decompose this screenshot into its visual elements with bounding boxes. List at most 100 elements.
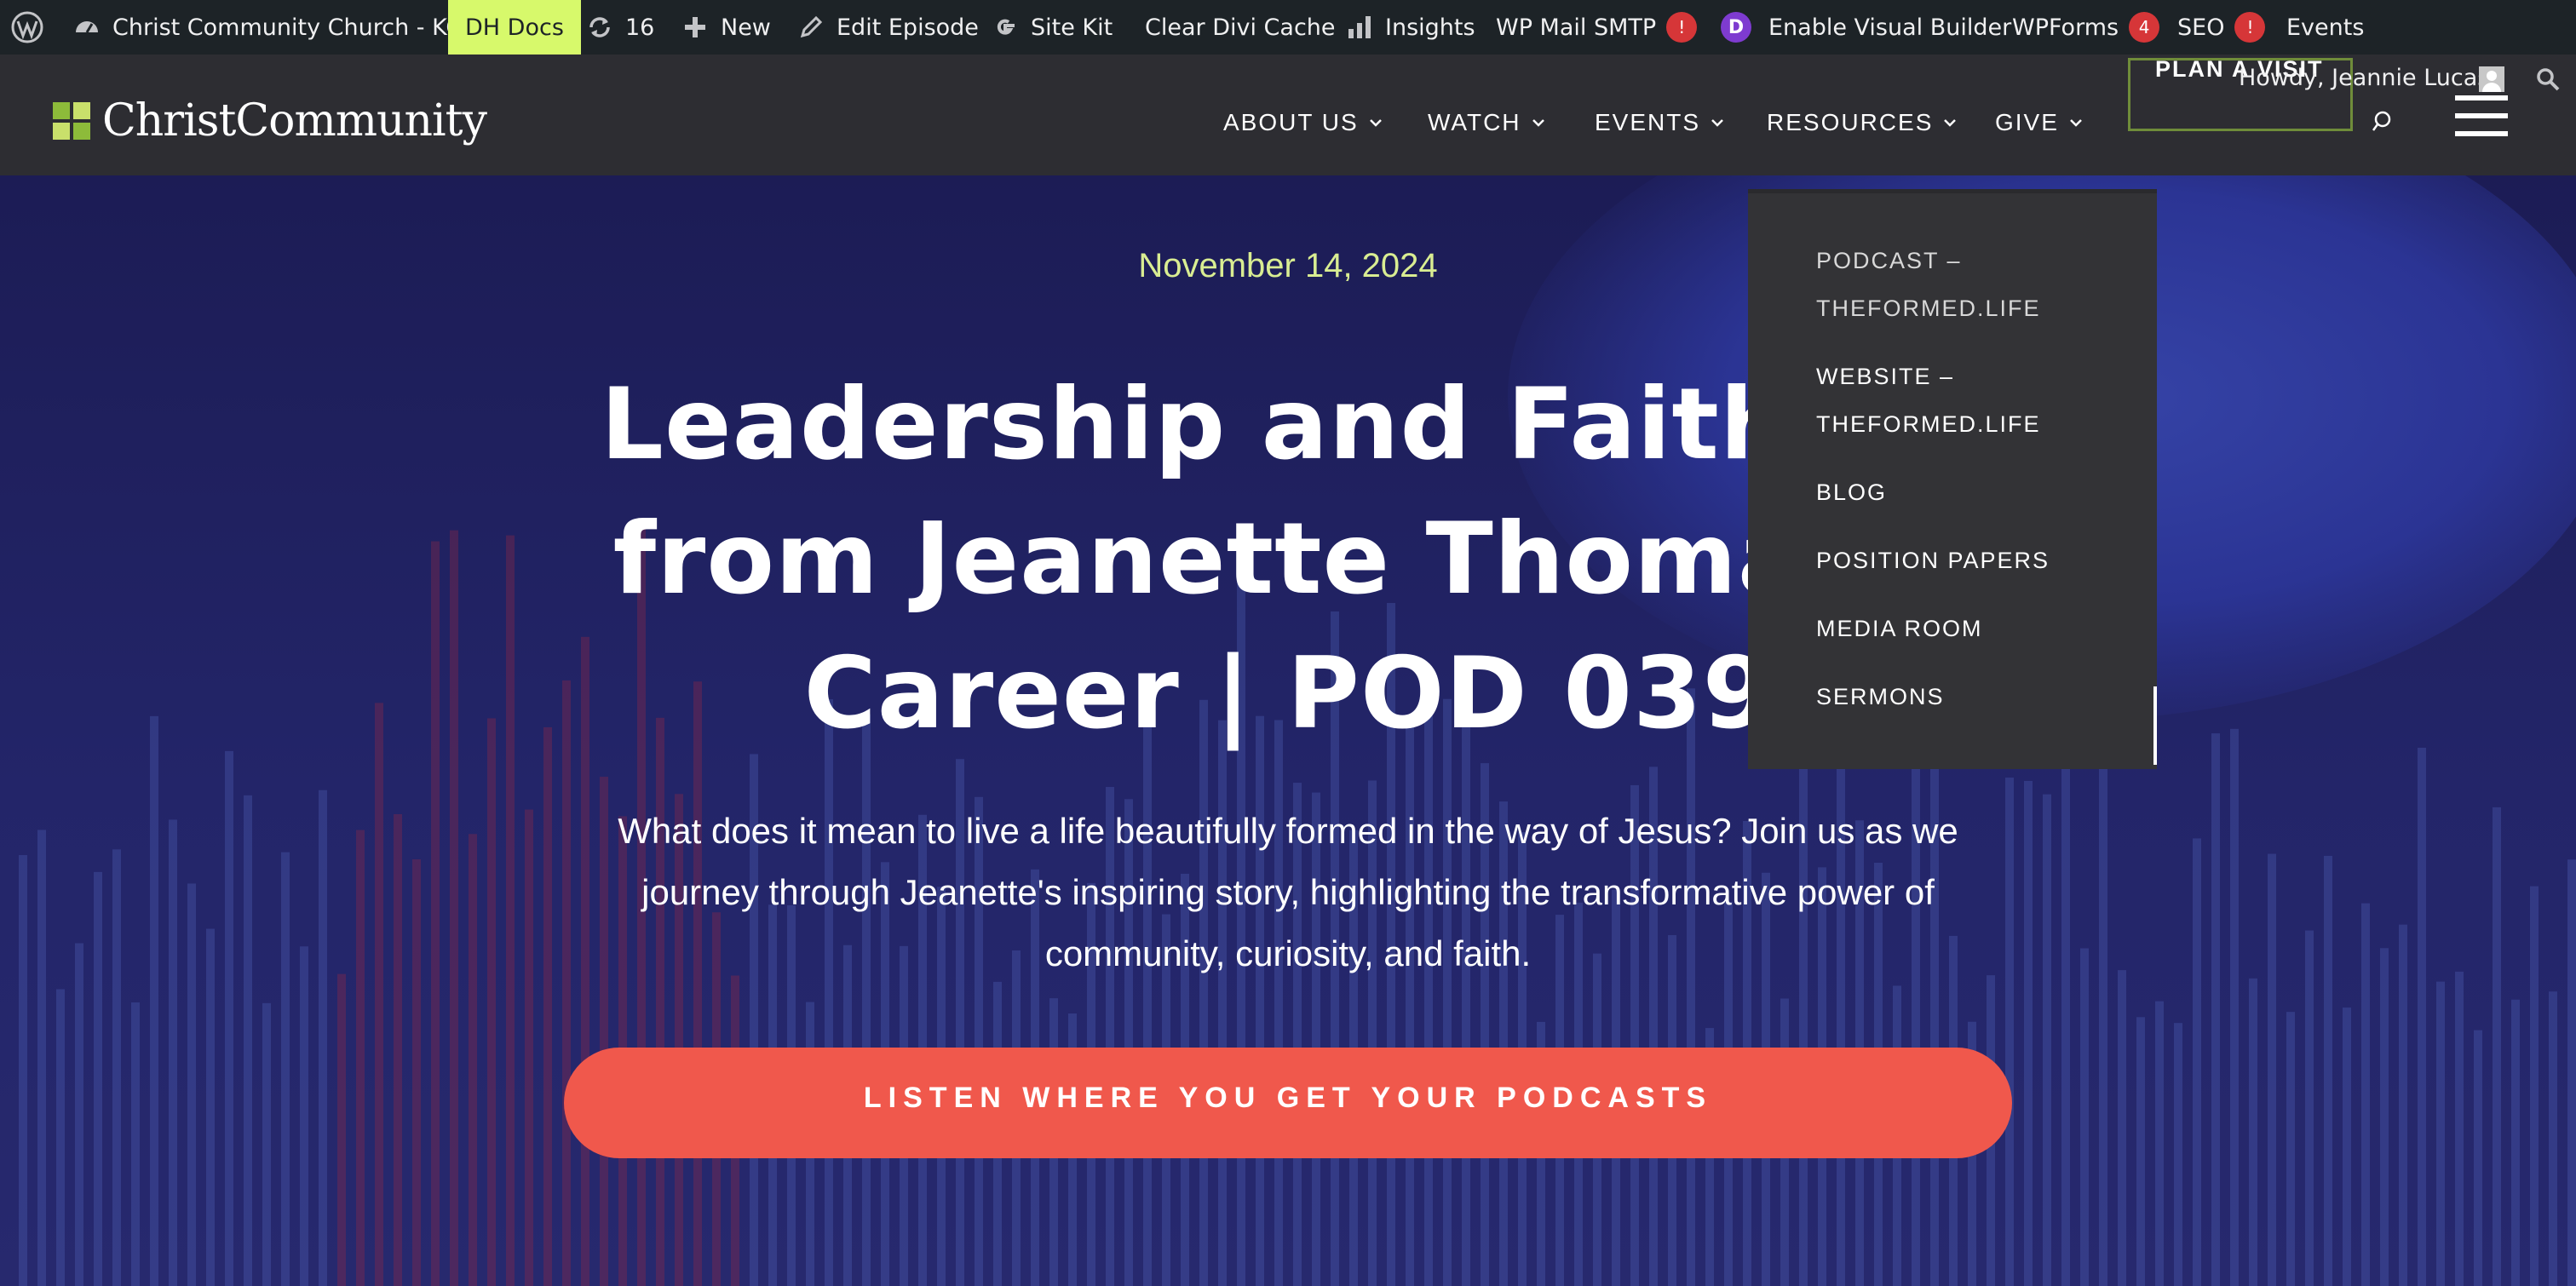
waveform-bar xyxy=(1930,709,1939,1286)
waveform-bar xyxy=(56,989,65,1286)
seo-alert-badge: ! xyxy=(2234,12,2266,43)
waveform-bar xyxy=(2174,1023,2182,1286)
enable-visual-builder-button[interactable]: D Enable Visual Builder xyxy=(1721,0,2011,55)
waveform-bar xyxy=(525,809,533,1286)
site-logo[interactable]: ChristCommunity xyxy=(53,95,487,146)
nav-give[interactable]: GIVE xyxy=(1995,104,2083,141)
waveform-bar xyxy=(2005,778,2014,1286)
insights-button[interactable]: Insights xyxy=(1346,0,1475,55)
wp-mail-smtp-label: WP Mail SMTP xyxy=(1496,14,1657,41)
events-admin-button[interactable]: Events xyxy=(2286,0,2364,55)
dashboard-icon xyxy=(76,21,98,33)
wp-mail-smtp-button[interactable]: WP Mail SMTP ! xyxy=(1496,0,1698,55)
edit-episode-button[interactable]: Edit Episode xyxy=(797,0,979,55)
hamburger-menu-icon[interactable] xyxy=(2455,92,2508,140)
updates-button[interactable]: 16 xyxy=(586,0,654,55)
waveform-bar xyxy=(300,946,308,1286)
waveform-bar xyxy=(487,718,496,1286)
waveform-bar xyxy=(319,789,327,1286)
menu-item-media-room[interactable]: MEDIA ROOM xyxy=(1816,605,2123,652)
nav-watch-label: WATCH xyxy=(1428,109,1521,135)
waveform-bar xyxy=(2193,838,2201,1286)
waveform-bar xyxy=(2493,807,2501,1286)
cross-logo-icon xyxy=(53,102,90,140)
divi-logo-icon: D xyxy=(1721,12,1751,43)
waveform-bar xyxy=(19,855,27,1286)
wpforms-button[interactable]: WPForms 4 xyxy=(2012,0,2160,55)
new-label: New xyxy=(721,14,771,41)
nav-about-us-label: ABOUT US xyxy=(1223,109,1359,135)
waveform-bar xyxy=(2118,970,2126,1286)
seo-button[interactable]: SEO ! xyxy=(2177,0,2266,55)
waveform-bar xyxy=(94,871,102,1286)
episode-date: November 14, 2024 xyxy=(1138,247,1438,284)
waveform-bar xyxy=(131,1002,140,1286)
search-icon[interactable] xyxy=(2372,109,2397,135)
clear-divi-cache-button[interactable]: Clear Divi Cache xyxy=(1145,0,1336,55)
waveform-bar xyxy=(206,928,215,1286)
waveform-bar xyxy=(1443,698,1452,1286)
menu-item-blog[interactable]: BLOG xyxy=(1816,468,2123,516)
edit-episode-label: Edit Episode xyxy=(837,14,979,41)
howdy-user-menu[interactable]: Howdy, Jeannie Lucas xyxy=(2239,65,2489,91)
updates-count: 16 xyxy=(625,14,655,41)
nav-resources-label: RESOURCES xyxy=(1767,109,1934,135)
bar-chart-icon xyxy=(1348,16,1371,38)
waveform-bar xyxy=(1424,684,1433,1286)
menu-item-position-papers[interactable]: POSITION PAPERS xyxy=(1816,537,2123,584)
menu-item-sermons[interactable]: SERMONS xyxy=(1816,673,2123,721)
nav-events[interactable]: EVENTS xyxy=(1595,104,1724,141)
chevron-down-icon xyxy=(1944,119,1957,127)
waveform-bar xyxy=(1199,699,1208,1286)
waveform-bar xyxy=(2136,1017,2145,1286)
waveform-bar xyxy=(112,849,121,1286)
listen-podcasts-label: LISTEN WHERE YOU GET YOUR PODCASTS xyxy=(863,1082,1713,1114)
waveform-bar xyxy=(2230,728,2239,1286)
waveform-bar xyxy=(2530,886,2539,1286)
waveform-bar xyxy=(543,726,552,1286)
new-content-button[interactable]: New xyxy=(681,0,771,55)
refresh-icon xyxy=(589,17,610,37)
waveform-bar xyxy=(356,830,365,1286)
nav-resources[interactable]: RESOURCES xyxy=(1767,104,1957,141)
nav-give-label: GIVE xyxy=(1995,109,2059,135)
waveform-bar xyxy=(2361,903,2370,1286)
waveform-bar xyxy=(2399,924,2407,1286)
google-g-icon xyxy=(997,19,1015,35)
site-kit-button[interactable]: Site Kit xyxy=(992,0,1113,55)
waveform-bar xyxy=(37,830,46,1286)
nav-about-us[interactable]: ABOUT US xyxy=(1223,104,1383,141)
admin-bar-site-name[interactable]: Christ Community Church - KC xyxy=(73,0,462,55)
waveform-bar xyxy=(2155,1001,2164,1286)
waveform-bar xyxy=(150,715,158,1286)
waveform-bar xyxy=(2211,733,2220,1286)
avatar[interactable] xyxy=(2479,66,2504,92)
enable-visual-builder-label: Enable Visual Builder xyxy=(1768,14,2012,41)
menu-item-website[interactable]: WEBSITE – THEFORMED.LIFE xyxy=(1816,353,2123,448)
nav-watch[interactable]: WATCH xyxy=(1428,104,1545,141)
waveform-bar xyxy=(281,852,290,1286)
waveform-bar xyxy=(2305,930,2314,1286)
waveform-bar xyxy=(187,883,196,1286)
insights-label: Insights xyxy=(1385,14,1475,41)
waveform-bar xyxy=(2436,981,2445,1286)
dh-docs-button[interactable]: DH Docs xyxy=(448,0,581,55)
waveform-bar xyxy=(337,973,346,1286)
chevron-down-icon xyxy=(1369,119,1382,127)
wpforms-count-badge: 4 xyxy=(2129,12,2160,43)
wordpress-logo-icon[interactable] xyxy=(10,0,44,55)
site-name-label: Christ Community Church - KC xyxy=(112,14,463,41)
waveform-bar xyxy=(169,819,177,1286)
clear-divi-cache-label: Clear Divi Cache xyxy=(1145,14,1336,41)
waveform-bar xyxy=(2324,855,2332,1286)
waveform-bar xyxy=(244,795,252,1286)
admin-search-icon[interactable] xyxy=(2535,66,2561,92)
waveform-bar xyxy=(412,858,421,1286)
chevron-down-icon xyxy=(1711,119,1723,127)
wp-admin-bar: Christ Community Church - KC DH Docs 16 … xyxy=(0,0,2576,55)
waveform-bar xyxy=(2286,1012,2295,1286)
dh-docs-label: DH Docs xyxy=(465,14,564,41)
menu-item-podcast[interactable]: PODCAST – THEFORMED.LIFE xyxy=(1816,237,2123,332)
waveform-bar xyxy=(2380,948,2389,1286)
waveform-bar xyxy=(2343,1008,2351,1286)
